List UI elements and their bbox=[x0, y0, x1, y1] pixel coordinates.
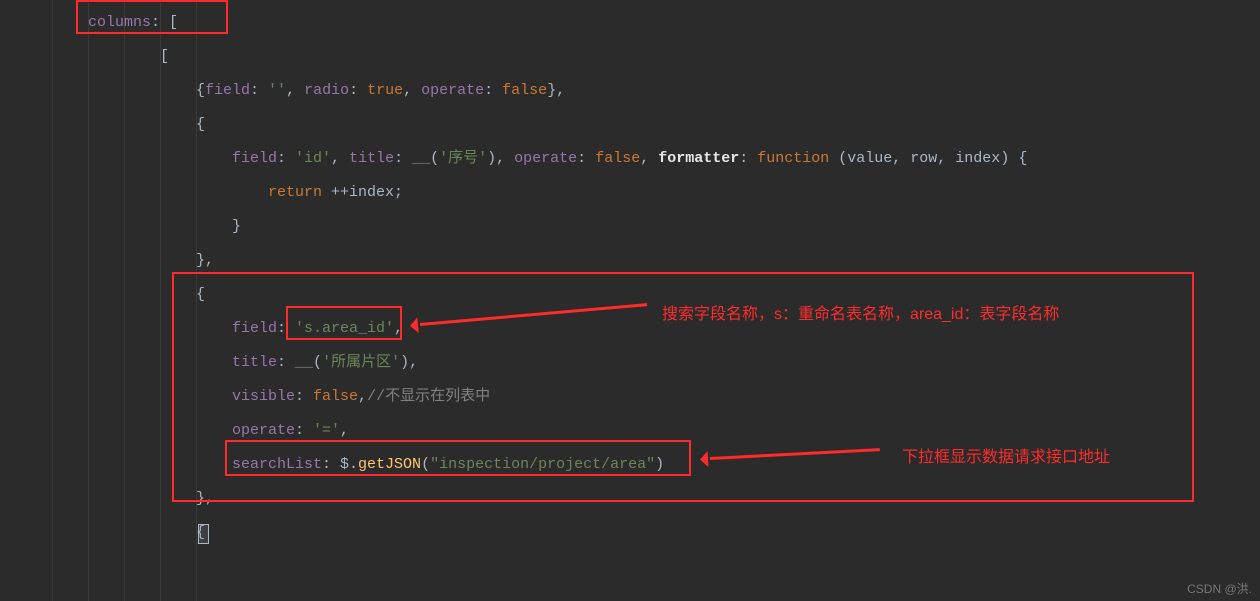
code-line: }, bbox=[196, 484, 214, 514]
code-line: return ++index; bbox=[268, 178, 403, 208]
annotation-arrow bbox=[420, 303, 647, 326]
code-line: }, bbox=[196, 246, 214, 276]
code-line: } bbox=[232, 212, 241, 242]
code-line: { bbox=[196, 110, 205, 140]
code-line: field: 'id', title: __('序号'), operate: f… bbox=[232, 144, 1027, 174]
code-line: operate: '=', bbox=[232, 416, 349, 446]
annotation-text-field: 搜索字段名称，s：重命名表名称，area_id：表字段名称 bbox=[662, 300, 1059, 324]
code-line: {field: '', radio: true, operate: false}… bbox=[196, 76, 565, 106]
watermark: CSDN @洪. bbox=[1187, 580, 1252, 597]
text-cursor bbox=[198, 524, 209, 544]
annotation-text-searchlist: 下拉框显示数据请求接口地址 bbox=[902, 443, 1110, 467]
code-line: { bbox=[196, 280, 205, 310]
code-line: field: 's.area_id', bbox=[232, 314, 403, 344]
code-line: [ bbox=[160, 42, 169, 72]
code-line: visible: false,//不显示在列表中 bbox=[232, 382, 490, 412]
code-line: searchList: $.getJSON("inspection/projec… bbox=[232, 450, 664, 480]
code-editor[interactable]: columns: [ [ {field: '', radio: true, op… bbox=[0, 0, 1260, 601]
code-line: title: __('所属片区'), bbox=[232, 348, 418, 378]
annotation-arrow bbox=[710, 448, 880, 460]
code-line: columns: [ bbox=[88, 8, 178, 38]
